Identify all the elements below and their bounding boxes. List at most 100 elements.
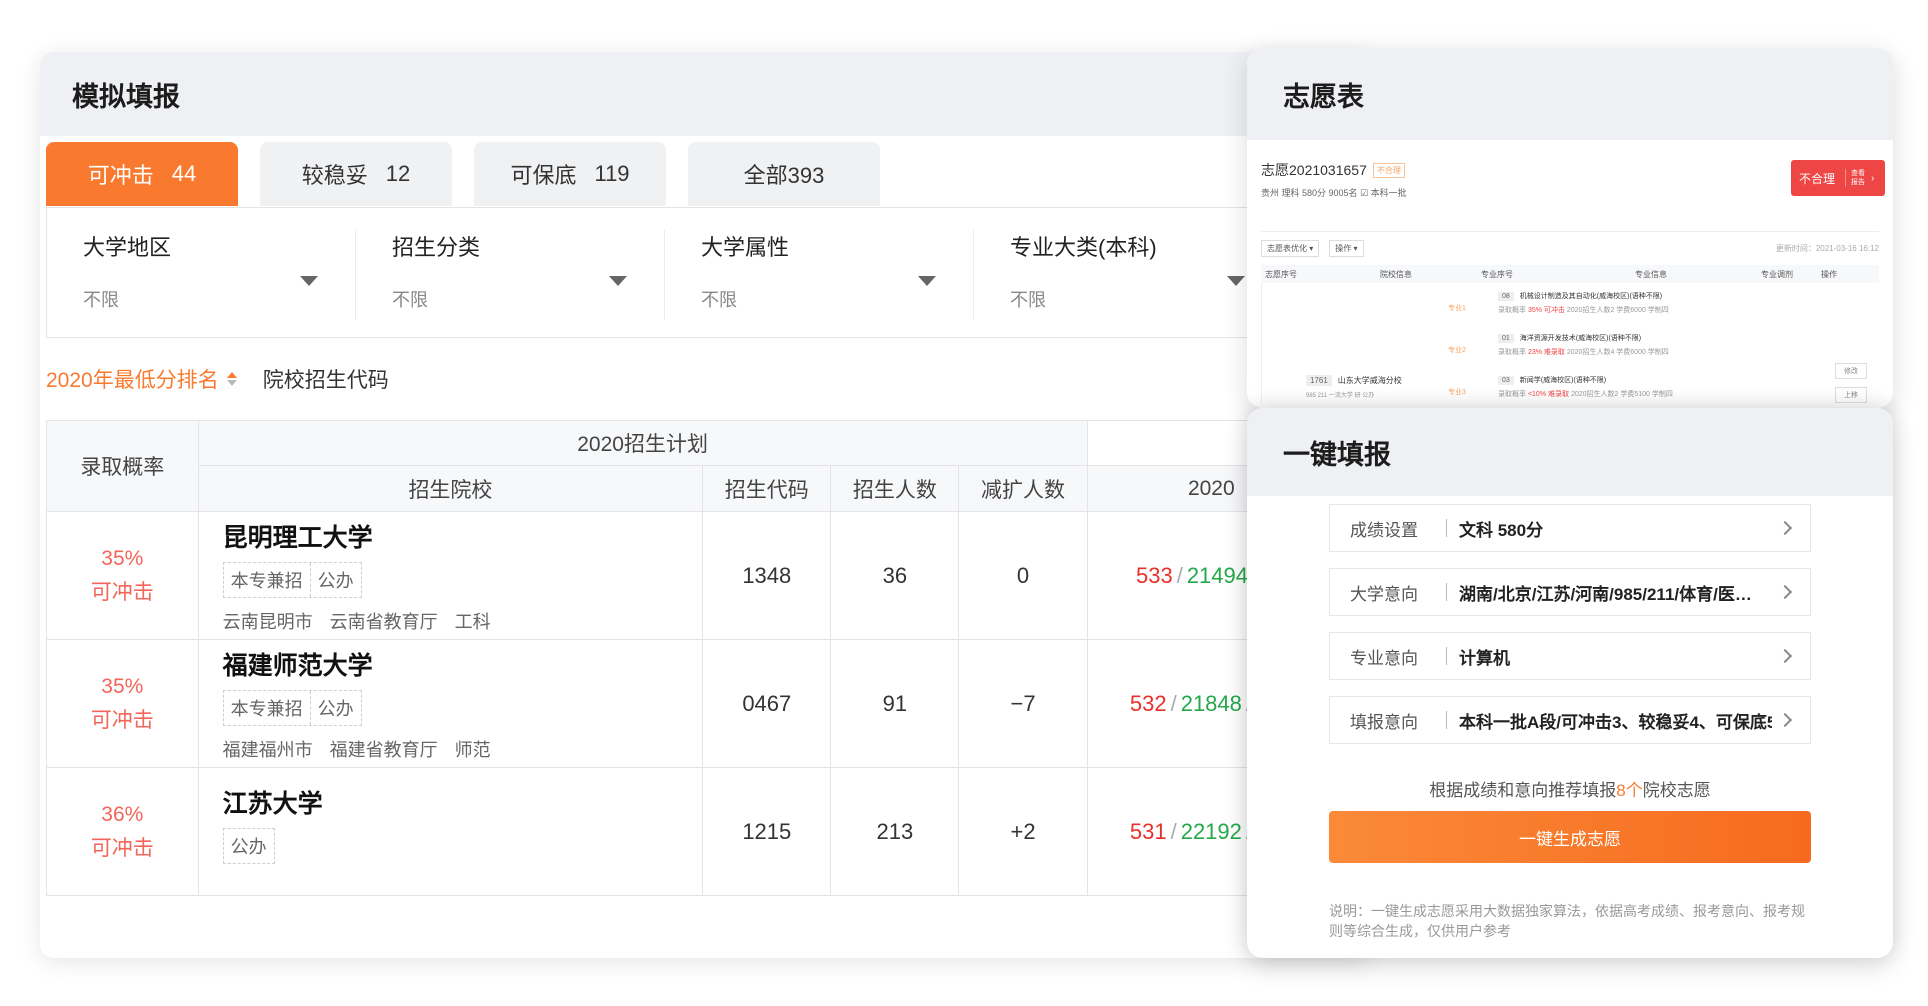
tab-label: 可保底 bbox=[510, 163, 577, 188]
school-code: 1215 bbox=[702, 767, 832, 896]
major-row[interactable]: 01 海洋资源开发技术(威海校区)(语种不限) 录取概率 23% 难录取 2020… bbox=[1498, 333, 1669, 357]
major-prob: 35% bbox=[1527, 307, 1542, 314]
col-major: 专业信息 bbox=[1635, 269, 1667, 279]
volunteer-title: 志愿表 bbox=[1283, 81, 1364, 112]
chevron-right-icon: › bbox=[1871, 172, 1875, 184]
major-no: 03 bbox=[1498, 376, 1514, 385]
chevron-right-icon bbox=[1777, 584, 1793, 600]
volunteer-id-row: 志愿2021031657 不合理 bbox=[1261, 160, 1879, 180]
major-row[interactable]: 08 机械设计制造及其自动化(威海校区)(语种不限) 录取概率 35% 可冲击 2… bbox=[1498, 291, 1669, 315]
volunteer-rows: 专业1 08 机械设计制造及其自动化(威海校区)(语种不限) 录取概率 35% 可… bbox=[1261, 283, 1879, 403]
prob-value: 36% bbox=[101, 802, 144, 826]
major-seq: 专业3 bbox=[1448, 389, 1466, 396]
school-code: 0467 bbox=[702, 639, 832, 768]
school-tag: 本专兼招 bbox=[230, 698, 303, 719]
major-preference-item[interactable]: 专业意向 计算机 bbox=[1329, 632, 1811, 680]
meta-authority: 福建省教育厅 bbox=[329, 739, 438, 760]
hint-prefix: 根据成绩和意向推荐填报 bbox=[1429, 781, 1617, 800]
school-name[interactable]: 福建师范大学 bbox=[223, 646, 703, 682]
sort-rank[interactable]: 2020年最低分排名 bbox=[46, 364, 237, 394]
major-seq: 专业2 bbox=[1448, 347, 1466, 354]
filter-category[interactable]: 招生分类 不限 bbox=[356, 208, 665, 337]
simulation-panel: 模拟填报 可冲击 44 较稳妥 12 可保底 119 全部393 大学地区 不限 bbox=[40, 52, 1370, 958]
school-tags: 公办 bbox=[222, 828, 275, 864]
filter-value: 不限 bbox=[392, 290, 428, 310]
filter-region[interactable]: 大学地区 不限 bbox=[47, 208, 356, 337]
tab-count: 44 bbox=[171, 161, 197, 186]
generate-button[interactable]: 一键生成志愿 bbox=[1329, 811, 1811, 863]
sort-code[interactable]: 院校招生代码 bbox=[263, 364, 389, 394]
filter-value: 不限 bbox=[701, 290, 737, 310]
tab-chongji[interactable]: 可冲击 44 bbox=[46, 142, 238, 206]
volunteer-school[interactable]: 1761 山东大学威海分校 985 211 一流大学 研 公办 bbox=[1306, 375, 1402, 399]
item-key: 填报意向 bbox=[1350, 712, 1418, 732]
school-name[interactable]: 昆明理工大学 bbox=[223, 518, 703, 554]
table-row[interactable]: 35% 可冲击 昆明理工大学 本专兼招 公办 云南昆明市 云南省教育厅 工科 1… bbox=[46, 511, 1337, 640]
volunteer-toolbar: 志愿表优化 ▾ 操作 ▾ 更新时间：2021-03-16 16:12 bbox=[1261, 231, 1879, 257]
volunteer-columns: 志愿序号 院校信息 专业序号 专业信息 专业调剂 操作 bbox=[1261, 265, 1879, 283]
filter-attribute[interactable]: 大学属性 不限 bbox=[665, 208, 974, 337]
tab-label: 较稳妥 bbox=[301, 163, 368, 188]
sort-bar: 2020年最低分排名 院校招生代码 bbox=[40, 338, 1370, 420]
tab-all[interactable]: 全部393 bbox=[688, 142, 880, 206]
school-meta: 福建福州市 福建省教育厅 师范 bbox=[223, 736, 703, 762]
caret-down-icon bbox=[918, 276, 936, 286]
filter-label: 招生分类 bbox=[392, 235, 481, 260]
change-header: 减扩人数 bbox=[958, 465, 1088, 512]
col-school: 院校信息 bbox=[1380, 269, 1412, 279]
school-name[interactable]: 江苏大学 bbox=[223, 784, 703, 820]
major-no: 01 bbox=[1498, 334, 1514, 343]
prob-label: 可冲击 bbox=[90, 836, 154, 860]
school-tag: 本专兼招 bbox=[230, 570, 303, 591]
filter-bar: 大学地区 不限 招生分类 不限 大学属性 不限 专业大类(本科) 不限 bbox=[46, 208, 1370, 338]
optimize-dropdown[interactable]: 志愿表优化 ▾ bbox=[1261, 240, 1320, 257]
col-seq: 志愿序号 bbox=[1265, 269, 1297, 279]
major-detail: 2020招生人数4 学费6000 学制四 bbox=[1566, 349, 1669, 356]
meta-type: 师范 bbox=[454, 739, 491, 760]
recommend-hint: 根据成绩和意向推荐填报8个院校志愿 bbox=[1247, 776, 1893, 801]
move-up-button[interactable]: 上移 bbox=[1835, 387, 1867, 403]
table-row[interactable]: 35% 可冲击 福建师范大学 本专兼招 公办 福建福州市 福建省教育厅 师范 0… bbox=[46, 639, 1337, 768]
meta-type: 工科 bbox=[454, 611, 491, 632]
prob-label: 可冲击 bbox=[90, 580, 154, 604]
major-detail: 2020招生人数2 学费5100 学制四 bbox=[1570, 391, 1673, 398]
table-row[interactable]: 36% 可冲击 江苏大学 公办 1215 213 +2 531/22192/21… bbox=[46, 767, 1337, 896]
enroll-count: 36 bbox=[830, 511, 960, 640]
school-header: 招生院校 bbox=[197, 465, 704, 512]
filter-label: 大学地区 bbox=[83, 235, 172, 260]
school-code: 1348 bbox=[702, 511, 832, 640]
chevron-right-icon bbox=[1777, 712, 1793, 728]
min-rank: 21848 bbox=[1180, 690, 1242, 716]
tab-label: 全部393 bbox=[743, 163, 825, 188]
major-name: 新闻学(威海校区)(语种不限) bbox=[1519, 377, 1607, 384]
major-name: 机械设计制造及其自动化(威海校区)(语种不限) bbox=[1519, 293, 1663, 300]
min-score: 532 bbox=[1129, 690, 1167, 716]
code-header: 招生代码 bbox=[702, 465, 832, 512]
edit-button[interactable]: 修改 bbox=[1835, 363, 1867, 379]
min-rank: 22192 bbox=[1180, 818, 1242, 844]
sort-arrows-icon bbox=[226, 372, 237, 386]
score-setting-item[interactable]: 成绩设置 文科 580分 bbox=[1329, 504, 1811, 552]
status-badge: 不合理 bbox=[1372, 162, 1405, 178]
volunteer-id: 志愿2021031657 bbox=[1261, 162, 1367, 178]
min-score: 533 bbox=[1135, 562, 1173, 588]
simulation-header: 模拟填报 bbox=[40, 52, 1370, 136]
filling-preference-item[interactable]: 填报意向 本科一批A段/可冲击3、较稳妥4、可保底5 bbox=[1329, 696, 1811, 744]
sort-rank-label: 2020年最低分排名 bbox=[46, 369, 219, 392]
school-tag: 公办 bbox=[309, 562, 361, 597]
major-prob-label: 难录取 bbox=[1543, 349, 1565, 356]
filter-major[interactable]: 专业大类(本科) 不限 bbox=[974, 208, 1283, 337]
university-preference-item[interactable]: 大学意向 湖南/北京/江苏/河南/985/211/体育/医… bbox=[1329, 568, 1811, 616]
major-prob: 23% bbox=[1527, 349, 1542, 356]
tab-count: 119 bbox=[594, 161, 630, 186]
item-value: 湖南/北京/江苏/河南/985/211/体育/医… bbox=[1459, 584, 1752, 604]
volunteer-school-code: 1761 bbox=[1306, 375, 1332, 386]
sort-code-label: 院校招生代码 bbox=[262, 369, 389, 392]
tab-wentuo[interactable]: 较稳妥 12 bbox=[260, 142, 452, 206]
unreasonable-button[interactable]: 不合理 查看报告 › bbox=[1791, 160, 1885, 196]
action-dropdown[interactable]: 操作 ▾ bbox=[1329, 240, 1364, 257]
school-tags: 本专兼招 公办 bbox=[222, 689, 362, 726]
major-row[interactable]: 03 新闻学(威海校区)(语种不限) 录取概率 <10% 难录取 2020招生人数… bbox=[1498, 375, 1673, 399]
change-value: +2 bbox=[958, 767, 1088, 896]
tab-baodi[interactable]: 可保底 119 bbox=[474, 142, 666, 206]
